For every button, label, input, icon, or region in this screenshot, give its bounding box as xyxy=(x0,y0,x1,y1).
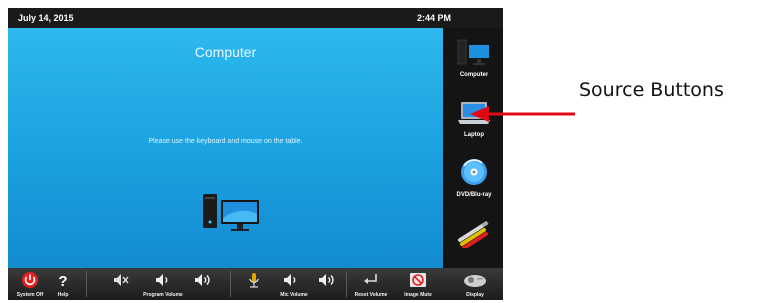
no-image-icon xyxy=(410,273,426,287)
system-off-button[interactable]: System Off xyxy=(12,268,48,300)
image-mute-button[interactable]: Image Mute xyxy=(396,268,440,300)
source-button-dvd[interactable]: DVD/Blu-ray xyxy=(445,152,503,210)
divider xyxy=(230,271,231,297)
svg-text:?: ? xyxy=(58,273,67,289)
page-title: Computer xyxy=(194,44,257,60)
source-button-laptop[interactable]: Laptop xyxy=(445,92,503,150)
desktop-computer-icon xyxy=(203,194,259,231)
return-arrow-icon xyxy=(364,274,377,284)
source-label: Computer xyxy=(459,72,489,78)
time-label: 2:44 PM xyxy=(416,13,451,23)
mic-volume-group: Mic Volume xyxy=(244,268,344,300)
callout-label: Source Buttons xyxy=(579,79,724,101)
help-label: Help xyxy=(57,292,69,298)
divider xyxy=(346,271,347,297)
touch-panel-screen: July 14, 2015 2:44 PM Computer Please us… xyxy=(8,8,503,300)
source-label: Laptop xyxy=(464,132,484,138)
display-label: Display xyxy=(466,292,484,298)
source-button-av[interactable] xyxy=(445,212,503,270)
status-bar: July 14, 2015 2:44 PM xyxy=(8,8,503,28)
computer-icon xyxy=(457,39,490,65)
disc-icon xyxy=(461,159,487,185)
bottom-control-bar: System Off ? Help Program Volume Mic Vol… xyxy=(8,268,503,300)
program-volume-label: Program Volume xyxy=(143,292,183,298)
power-icon xyxy=(22,272,38,288)
date-label: July 14, 2015 xyxy=(18,13,74,23)
image-mute-label: Image Mute xyxy=(404,292,432,298)
help-icon: ? xyxy=(58,273,67,289)
main-panel: Computer Please use the keyboard and mou… xyxy=(8,28,443,268)
help-button[interactable]: ? Help xyxy=(50,268,76,300)
av-cables-icon xyxy=(458,220,489,248)
source-button-computer[interactable]: Computer xyxy=(445,32,503,90)
program-volume-group: Program Volume xyxy=(108,268,218,300)
system-off-label: System Off xyxy=(16,292,44,298)
instruction-message: Please use the keyboard and mouse on the… xyxy=(148,138,303,145)
projector-icon xyxy=(464,275,486,287)
divider xyxy=(86,271,87,297)
laptop-icon xyxy=(458,102,490,124)
reset-volume-button[interactable]: Reset Volume xyxy=(350,268,392,300)
display-button[interactable]: Display xyxy=(452,268,498,300)
source-label: DVD/Blu-ray xyxy=(456,192,492,198)
reset-volume-label: Reset Volume xyxy=(354,292,388,298)
source-sidebar: Computer Laptop DVD/Blu-ray xyxy=(445,28,503,268)
mic-volume-label: Mic Volume xyxy=(280,292,308,298)
